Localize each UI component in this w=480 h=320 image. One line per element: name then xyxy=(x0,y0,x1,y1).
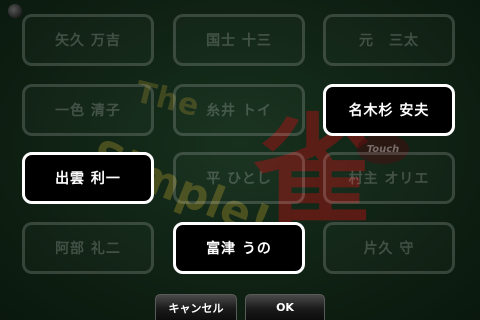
cancel-button[interactable]: キャンセル xyxy=(155,294,237,320)
player-button-itoi[interactable]: 糸井 トイ xyxy=(173,84,305,136)
player-button-suguri[interactable]: 村主 オリエ xyxy=(323,152,455,204)
player-button-isshoku[interactable]: 一色 清子 xyxy=(22,84,154,136)
player-button-gen[interactable]: 元 三太 xyxy=(323,14,455,66)
player-button-abe[interactable]: 阿部 礼二 xyxy=(22,222,154,274)
ok-button[interactable]: OK xyxy=(245,294,325,320)
player-button-nakisugi[interactable]: 名木杉 安夫 xyxy=(323,84,455,136)
player-select-grid: 矢久 万吉 国士 十三 元 三太 一色 清子 糸井 トイ 名木杉 安夫 出雲 利… xyxy=(0,0,480,290)
player-button-kataku[interactable]: 片久 守 xyxy=(323,222,455,274)
player-button-futtsu[interactable]: 富津 うの xyxy=(173,222,305,274)
player-button-taira[interactable]: 平 ひとし xyxy=(173,152,305,204)
player-button-kokushi[interactable]: 国士 十三 xyxy=(173,14,305,66)
player-button-yaku[interactable]: 矢久 万吉 xyxy=(22,14,154,66)
player-button-izumo[interactable]: 出雲 利一 xyxy=(22,152,154,204)
